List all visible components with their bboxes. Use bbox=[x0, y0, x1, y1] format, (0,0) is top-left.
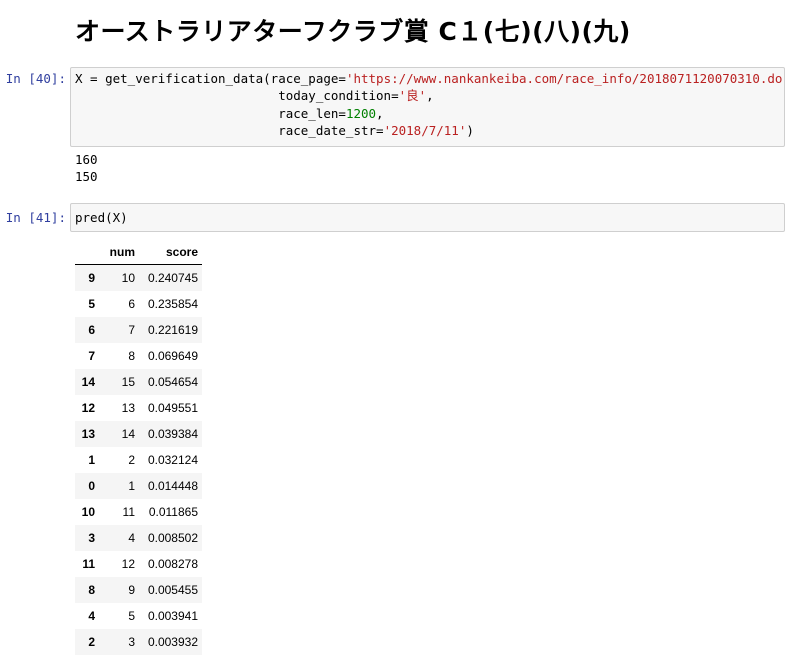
num-cell: 1 bbox=[128, 479, 135, 493]
score-cell: 0.240745 bbox=[147, 271, 198, 285]
num-cell: 14 bbox=[121, 427, 135, 441]
stdout-line: 160 bbox=[75, 152, 98, 167]
score-cell: 0.221619 bbox=[147, 323, 198, 337]
code-cell-41-source[interactable]: pred(X) bbox=[71, 204, 784, 226]
score-cell: 0.049551 bbox=[147, 401, 198, 415]
table-row: 1 2 0.032124 bbox=[75, 447, 202, 473]
table-row: 3 4 0.008502 bbox=[75, 525, 202, 551]
table-row: 14 15 0.054654 bbox=[75, 369, 202, 395]
table-row: 13 14 0.039384 bbox=[75, 421, 202, 447]
num-cell: 10 bbox=[121, 271, 135, 285]
score-cell: 0.235854 bbox=[147, 297, 198, 311]
code-cell-40-source[interactable]: X = get_verification_data(race_page='htt… bbox=[71, 68, 785, 139]
score-cell: 0.008278 bbox=[147, 557, 198, 571]
score-cell: 0.003941 bbox=[147, 609, 198, 623]
score-cell: 0.039384 bbox=[147, 427, 198, 441]
row-index: 2 bbox=[88, 635, 95, 649]
row-index: 11 bbox=[82, 557, 95, 571]
code-line-4-punct: ) bbox=[466, 122, 474, 138]
num-cell: 7 bbox=[128, 323, 135, 337]
code-line-3-punct: , bbox=[376, 105, 384, 121]
num-cell: 6 bbox=[128, 297, 135, 311]
score-cell: 0.005455 bbox=[147, 583, 198, 597]
row-index: 0 bbox=[88, 479, 95, 493]
num-cell: 3 bbox=[128, 635, 135, 649]
score-cell: 0.003932 bbox=[147, 635, 198, 649]
row-index: 6 bbox=[88, 323, 95, 337]
cell-41-prompt: In [41]: bbox=[5, 210, 66, 225]
prediction-dataframe: num score 9 10 0.240745 5 6 0.235854 6 7 0.22161… bbox=[75, 240, 202, 655]
dataframe-header-row: num score bbox=[75, 240, 202, 265]
row-index: 12 bbox=[81, 401, 95, 415]
table-row: 9 10 0.240745 bbox=[75, 264, 202, 291]
cell-40-prompt: In [40]: bbox=[5, 71, 66, 86]
code-line-4-date-string: '2018/7/11' bbox=[383, 122, 467, 138]
score-cell: 0.069649 bbox=[147, 349, 198, 363]
num-cell: 2 bbox=[128, 453, 135, 467]
row-index: 9 bbox=[88, 271, 95, 285]
row-index: 1 bbox=[88, 453, 95, 467]
cell-40-stdout: 160 150 bbox=[75, 151, 98, 185]
code-cell-40[interactable]: X = get_verification_data(race_page='htt… bbox=[70, 67, 785, 147]
score-column-header: score bbox=[135, 240, 202, 265]
score-cell: 0.008502 bbox=[147, 531, 198, 545]
code-cell-41[interactable]: pred(X) bbox=[70, 203, 785, 232]
row-index: 3 bbox=[88, 531, 95, 545]
num-cell: 8 bbox=[128, 349, 135, 363]
table-row: 7 8 0.069649 bbox=[75, 343, 202, 369]
num-column-header: num bbox=[103, 240, 135, 265]
notebook-heading: オーストラリアターフクラブ賞 C１(七)(八)(九) bbox=[75, 17, 631, 46]
table-row: 10 11 0.011865 bbox=[75, 499, 202, 525]
table-row: 4 5 0.003941 bbox=[75, 603, 202, 629]
num-cell: 11 bbox=[122, 505, 135, 519]
num-cell: 13 bbox=[121, 401, 135, 415]
code-line-3-code: race_len= bbox=[75, 105, 346, 121]
table-row: 8 9 0.005455 bbox=[75, 577, 202, 603]
code-line-3-len-number: 1200 bbox=[345, 105, 377, 121]
row-index: 4 bbox=[88, 609, 95, 623]
score-cell: 0.054654 bbox=[147, 375, 198, 389]
code-line-2-code: today_condition= bbox=[75, 88, 399, 104]
code-line-4-code: race_date_str= bbox=[75, 122, 384, 138]
table-row: 11 12 0.008278 bbox=[75, 551, 202, 577]
row-index: 7 bbox=[88, 349, 95, 363]
table-row: 5 6 0.235854 bbox=[75, 291, 202, 317]
row-index: 8 bbox=[88, 583, 95, 597]
table-row: 0 1 0.014448 bbox=[75, 473, 202, 499]
num-cell: 9 bbox=[128, 583, 135, 597]
code-line-2-condition-string: '良' bbox=[398, 88, 427, 104]
stdout-line: 150 bbox=[75, 169, 98, 184]
code-line-1-code: X = get_verification_data(race_page= bbox=[75, 71, 346, 86]
num-cell: 15 bbox=[121, 375, 135, 389]
table-row: 12 13 0.049551 bbox=[75, 395, 202, 421]
table-row: 2 3 0.003932 bbox=[75, 629, 202, 655]
index-header bbox=[75, 240, 103, 265]
row-index: 5 bbox=[88, 297, 95, 311]
row-index: 14 bbox=[81, 375, 95, 389]
score-cell: 0.014448 bbox=[147, 479, 198, 493]
table-row: 6 7 0.221619 bbox=[75, 317, 202, 343]
row-index: 10 bbox=[81, 505, 95, 519]
num-cell: 12 bbox=[121, 557, 135, 571]
code-line-2-punct: , bbox=[426, 88, 434, 104]
code-line-1-url-string: 'https://www.nankankeiba.com/race_info/2… bbox=[345, 71, 785, 86]
score-cell: 0.032124 bbox=[147, 453, 198, 467]
score-cell: 0.011865 bbox=[148, 505, 198, 519]
num-cell: 5 bbox=[128, 609, 135, 623]
row-index: 13 bbox=[81, 427, 95, 441]
dataframe-body: 9 10 0.240745 5 6 0.235854 6 7 0.221619 7 8 0.06964… bbox=[75, 264, 202, 655]
num-cell: 4 bbox=[128, 531, 135, 545]
